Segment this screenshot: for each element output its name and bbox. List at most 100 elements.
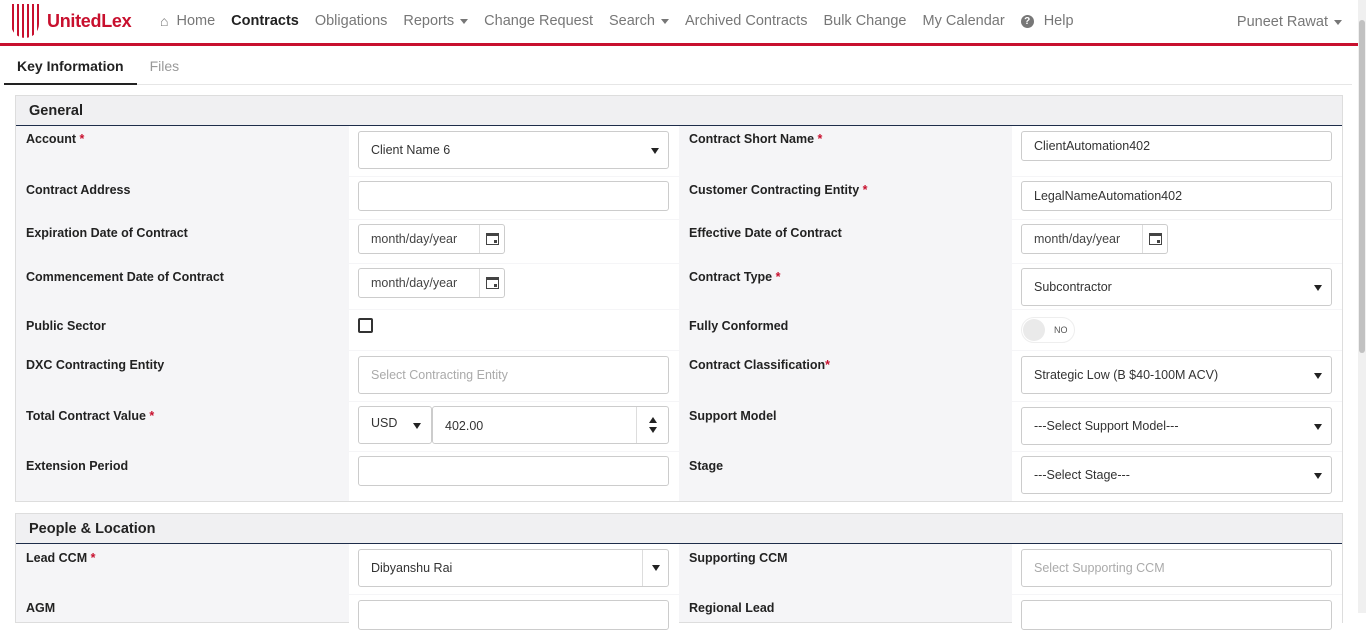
form-row: Lead CCM * Dibyanshu Rai Supporting CCM … [16, 544, 1342, 594]
form-row: Commencement Date of Contract month/day/… [16, 264, 1342, 309]
support-model-value: ---Select Support Model--- [1034, 419, 1179, 433]
contract-type-select[interactable]: Subcontractor [1021, 268, 1332, 306]
dxc-contracting-entity-select[interactable]: Select Contracting Entity [358, 356, 669, 394]
nav-search-label: Search [609, 13, 655, 29]
nav-archived-contracts[interactable]: Archived Contracts [685, 13, 808, 29]
general-panel-title: General [16, 96, 1342, 126]
commencement-date-label: Commencement Date of Contract [26, 270, 224, 284]
form-row: Account * Client Name 6 Contract Short N… [16, 126, 1342, 176]
fully-conformed-toggle[interactable]: NO [1021, 317, 1075, 343]
stage-label: Stage [689, 459, 724, 473]
chevron-down-icon [1314, 285, 1322, 291]
nav-change-request[interactable]: Change Request [484, 13, 593, 29]
number-stepper[interactable] [636, 407, 668, 443]
extension-period-input[interactable] [358, 456, 669, 486]
extension-period-label: Extension Period [26, 459, 129, 473]
expiration-date-placeholder: month/day/year [371, 232, 458, 246]
nav-help[interactable]: ? Help [1020, 13, 1074, 29]
contract-address-label: Contract Address [26, 183, 131, 197]
calendar-button[interactable] [479, 225, 504, 253]
help-icon: ? [1020, 14, 1034, 28]
expiration-date-input[interactable]: month/day/year [358, 224, 505, 254]
public-sector-cell [349, 310, 679, 350]
chevron-down-icon [460, 18, 469, 24]
calendar-button[interactable] [1142, 225, 1167, 253]
nav-obligations[interactable]: Obligations [315, 13, 388, 29]
customer-contracting-entity-label: Customer Contracting Entity * [689, 183, 868, 197]
calendar-icon [485, 277, 499, 289]
caret-up-icon[interactable] [649, 417, 657, 423]
nav-reports-label: Reports [403, 13, 455, 29]
nav-bulk-change[interactable]: Bulk Change [823, 13, 906, 29]
contract-type-value: Subcontractor [1034, 280, 1112, 294]
stage-select[interactable]: ---Select Stage--- [1021, 456, 1332, 494]
total-contract-value-label: Total Contract Value * [26, 409, 155, 423]
form-row: DXC Contracting Entity Select Contractin… [16, 351, 1342, 401]
nav-contracts[interactable]: Contracts [231, 13, 299, 29]
main-nav: ⌂ Home Contracts Obligations Reports Chan… [160, 13, 1090, 29]
commencement-date-placeholder: month/day/year [371, 276, 458, 290]
account-label: Account * [26, 132, 85, 146]
contract-short-name-label: Contract Short Name * [689, 132, 823, 146]
unitedlex-logo[interactable]: UnitedLex [11, 4, 132, 38]
form-row: Public Sector Fully Conformed NO [16, 310, 1342, 350]
nav-my-calendar[interactable]: My Calendar [922, 13, 1004, 29]
form-row: Expiration Date of Contract month/day/ye… [16, 220, 1342, 263]
regional-lead-select[interactable] [1021, 600, 1332, 630]
chevron-down-icon [1334, 19, 1342, 25]
customer-contracting-entity-input[interactable]: LegalNameAutomation402 [1021, 181, 1332, 211]
user-menu[interactable]: Puneet Rawat [1237, 14, 1342, 30]
form-row: Total Contract Value * USD 402.00 Suppor… [16, 402, 1342, 451]
tab-key-information[interactable]: Key Information [4, 52, 137, 85]
expiration-date-label: Expiration Date of Contract [26, 226, 188, 240]
contract-classification-value: Strategic Low (B $40-100M ACV) [1034, 368, 1219, 382]
contract-short-name-input[interactable]: ClientAutomation402 [1021, 131, 1332, 161]
commencement-date-input[interactable]: month/day/year [358, 268, 505, 298]
chevron-down-icon [660, 18, 669, 24]
chevron-down-icon [651, 148, 659, 154]
stage-value: ---Select Stage--- [1034, 468, 1130, 482]
supporting-ccm-select[interactable]: Select Supporting CCM [1021, 549, 1332, 587]
chevron-down-icon [1314, 373, 1322, 379]
dropdown-toggle[interactable] [642, 550, 668, 586]
logo-mark-icon [11, 4, 39, 38]
nav-home-label: Home [176, 13, 216, 29]
account-select[interactable]: Client Name 6 [358, 131, 669, 169]
support-model-select[interactable]: ---Select Support Model--- [1021, 407, 1332, 445]
tab-bar: Key Information Files [4, 52, 1352, 85]
general-panel: General Account * Client Name 6 Contract… [15, 95, 1343, 502]
lead-ccm-value: Dibyanshu Rai [371, 561, 453, 575]
currency-select[interactable]: USD [358, 406, 432, 444]
effective-date-placeholder: month/day/year [1034, 232, 1121, 246]
calendar-button[interactable] [479, 269, 504, 297]
nav-reports[interactable]: Reports [403, 13, 469, 29]
effective-date-label: Effective Date of Contract [689, 226, 842, 240]
lead-ccm-label: Lead CCM * [26, 551, 96, 565]
brand-name: UnitedLex [47, 10, 132, 31]
toggle-state-text: NO [1054, 325, 1068, 335]
tab-files[interactable]: Files [137, 52, 193, 85]
nav-search[interactable]: Search [609, 13, 669, 29]
people-location-panel: People & Location Lead CCM * Dibyanshu R… [15, 513, 1343, 630]
fully-conformed-label: Fully Conformed [689, 319, 789, 333]
contract-classification-select[interactable]: Strategic Low (B $40-100M ACV) [1021, 356, 1332, 394]
public-sector-checkbox[interactable] [358, 318, 373, 333]
chevron-down-icon [413, 423, 421, 429]
lead-ccm-select[interactable]: Dibyanshu Rai [358, 549, 669, 587]
agm-select[interactable] [358, 600, 669, 630]
nav-home[interactable]: ⌂ Home [160, 13, 215, 29]
contract-address-input[interactable] [358, 181, 669, 211]
user-name: Puneet Rawat [1236, 14, 1328, 30]
calendar-icon [1148, 233, 1162, 245]
form-row: Contract Address Customer Contracting En… [16, 177, 1342, 219]
total-contract-value-input[interactable]: 402.00 [432, 406, 669, 444]
page-scrollbar[interactable] [1358, 0, 1366, 613]
total-contract-value: 402.00 [445, 419, 484, 433]
chevron-down-icon [652, 565, 660, 571]
currency-value: USD [371, 416, 398, 430]
caret-down-icon[interactable] [649, 427, 657, 433]
effective-date-input[interactable]: month/day/year [1021, 224, 1168, 254]
scrollbar-thumb[interactable] [1359, 20, 1365, 353]
toggle-knob [1023, 319, 1045, 341]
account-value: Client Name 6 [371, 143, 451, 157]
